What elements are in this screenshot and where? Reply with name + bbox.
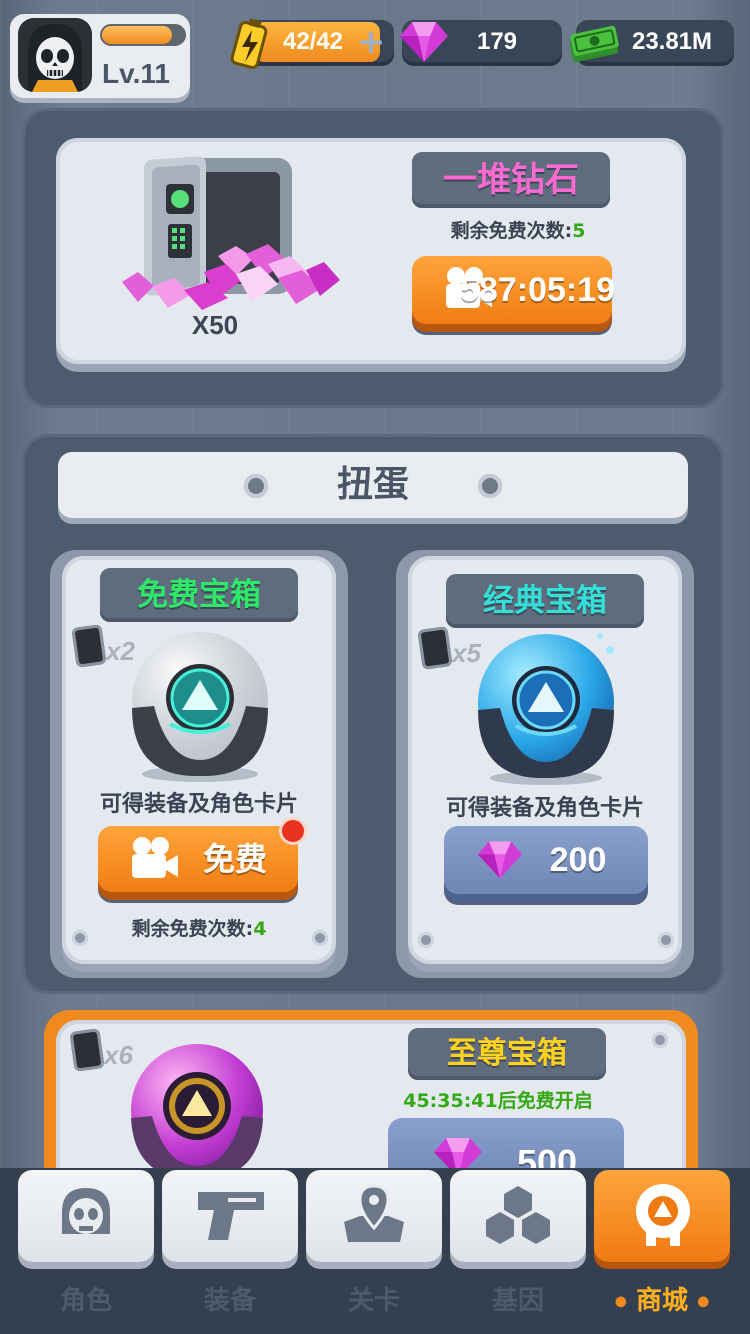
free-chest-button-label: 免费 [202, 840, 267, 878]
shop-icon [636, 1184, 690, 1246]
active-dot-left: ● [614, 1293, 627, 1310]
energy-value: 42/42 [282, 28, 344, 55]
free-chest-title-text: 免费宝箱 [137, 577, 261, 613]
card-icon [71, 624, 107, 668]
nav-item-genes[interactable] [450, 1170, 586, 1262]
nav-label-levels: 关卡 [347, 1286, 400, 1316]
gem-icon [477, 841, 523, 879]
xp-bar-fill [102, 26, 172, 44]
supreme-chest-title: 至尊宝箱 [408, 1028, 606, 1080]
watch-ad-diamond-button[interactable]: 587:05:19 [412, 256, 615, 324]
xp-bar [100, 24, 186, 46]
rivet [652, 1032, 668, 1048]
nav-item-equipment[interactable] [162, 1170, 298, 1262]
diamond-remaining-text: 剩余免费次数:5 [420, 216, 616, 243]
battery-icon [230, 18, 268, 70]
free-chest-remaining-text: 剩余免费次数:4 [62, 914, 336, 941]
nav-label-equipment: 装备 [203, 1286, 256, 1316]
free-chest-remaining-label: 剩余免费次数: [131, 918, 254, 940]
rivet [418, 932, 434, 948]
cash-icon [569, 25, 619, 63]
free-chest-remaining-count: 4 [253, 918, 267, 940]
card-icon [69, 1028, 105, 1072]
card-icon [417, 626, 453, 670]
free-chest-desc: 可得装备及角色卡片 [99, 792, 298, 817]
diamond-remaining-label: 剩余免费次数: [450, 220, 573, 242]
classic-egg-icon [478, 633, 614, 785]
classic-chest-desc: 可得装备及角色卡片 [445, 796, 644, 821]
classic-chest-price: 200 [549, 841, 607, 879]
diamond-quantity: X50 [191, 310, 239, 340]
hexagon-icon [486, 1186, 550, 1244]
nav-label-shop-text: 商城 [635, 1286, 688, 1316]
player-level: Lv.11 [102, 58, 170, 89]
supreme-chest-title-text: 至尊宝箱 [447, 1036, 567, 1071]
safe-with-diamonds-icon [122, 156, 340, 310]
supreme-chest-free-timer: 45:35:41后免费开启 [403, 1090, 593, 1112]
video-camera-icon [132, 837, 178, 878]
rivet [72, 930, 88, 946]
gem-value: 179 [476, 28, 518, 55]
diamond-pile-title-text: 一堆钻石 [443, 160, 579, 200]
nav-item-levels[interactable] [306, 1170, 442, 1262]
diamond-pile-title: 一堆钻石 [412, 152, 610, 208]
notification-badge [282, 820, 304, 842]
avatar[interactable] [18, 18, 92, 92]
player-profile-card[interactable]: Lv.11 [10, 14, 190, 98]
skull-icon [62, 1188, 110, 1234]
diamond-cooldown-timer: 587:05:19 [460, 271, 616, 309]
supreme-egg-icon [131, 1044, 263, 1180]
nav-label-character: 角色 [59, 1286, 112, 1316]
active-dot-right: ● [697, 1293, 710, 1310]
nav-item-shop[interactable] [594, 1170, 730, 1262]
gun-icon [198, 1192, 264, 1240]
nav-label-genes: 基因 [491, 1286, 544, 1316]
classic-chest-buy-button[interactable]: 200 [444, 826, 648, 894]
classic-chest-title-text: 经典宝箱 [483, 583, 607, 619]
gacha-header: 扭蛋 [58, 452, 688, 518]
gacha-title: 扭蛋 [336, 464, 409, 505]
gem-icon [400, 22, 448, 62]
nav-item-character[interactable] [18, 1170, 154, 1262]
add-energy-button[interactable]: + [354, 25, 388, 60]
diamond-remaining-count: 5 [572, 220, 586, 242]
free-egg-icon [132, 632, 268, 782]
free-chest-open-button[interactable]: 免费 [98, 820, 304, 892]
skull-avatar-icon [28, 24, 82, 92]
rivet [658, 932, 674, 948]
map-pin-icon [344, 1184, 404, 1242]
nav-label-shop: ● 商城 ● [594, 1280, 730, 1317]
cash-value: 23.81M [631, 28, 713, 55]
free-chest-title: 免费宝箱 [100, 568, 298, 622]
rivet [312, 930, 328, 946]
classic-chest-title: 经典宝箱 [446, 574, 644, 628]
